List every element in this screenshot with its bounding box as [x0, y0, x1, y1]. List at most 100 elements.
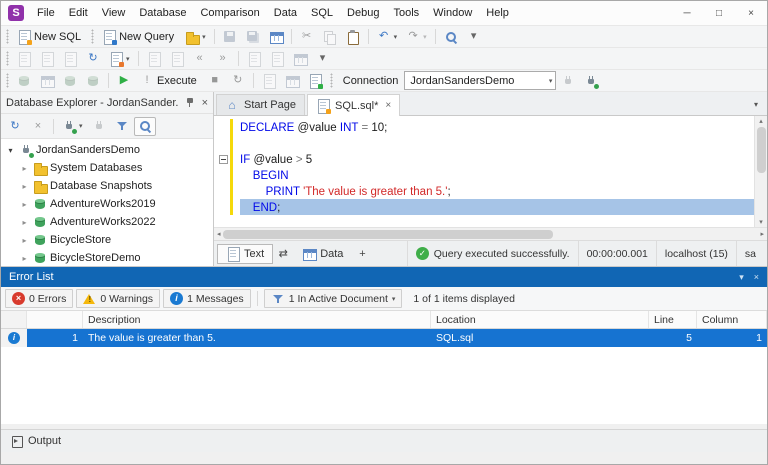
results-layout-button[interactable] [289, 49, 311, 68]
tab-text-view[interactable]: Text [217, 244, 273, 264]
code-line-5[interactable]: PRINT 'The value is greater than 5.'; [217, 183, 754, 199]
stop-button[interactable]: ■ [204, 71, 226, 90]
tab-data-view[interactable]: Data [293, 244, 352, 264]
toolbar-grip[interactable] [5, 73, 10, 88]
collapse-arrow-icon[interactable]: ▾ [5, 146, 16, 155]
new-connection-button[interactable]: ▾ [58, 117, 87, 136]
indent-decrease-button[interactable]: « [189, 49, 211, 68]
paste-button[interactable] [342, 27, 364, 46]
code-line-1[interactable]: DECLARE @value INT = 10; [217, 119, 754, 135]
new-query-button[interactable]: New Query [98, 27, 180, 46]
disconnect-button[interactable] [557, 71, 579, 90]
indent-increase-button[interactable]: » [212, 49, 234, 68]
errors-filter-button[interactable]: × 0 Errors [5, 289, 73, 308]
export-data-button[interactable] [265, 27, 287, 46]
expand-arrow-icon[interactable]: ▸ [19, 236, 30, 245]
query-profiler-button[interactable] [281, 71, 303, 90]
scroll-down-icon[interactable]: ▾ [759, 218, 763, 226]
output-panel-tab[interactable]: Output [1, 429, 767, 452]
horizontal-scrollbar[interactable]: ◂ ▸ [214, 227, 767, 240]
scroll-right-icon[interactable]: ▸ [760, 230, 764, 238]
menu-window[interactable]: Window [426, 1, 479, 25]
code-line-2[interactable] [217, 135, 754, 151]
code-line-6[interactable]: END; [217, 199, 754, 215]
close-error-list-icon[interactable]: × [754, 272, 759, 282]
scroll-left-icon[interactable]: ◂ [217, 230, 221, 238]
column-header-icon[interactable] [1, 311, 27, 328]
toolbar-grip[interactable] [329, 73, 334, 88]
check-syntax-button[interactable] [13, 49, 35, 68]
execute-play-button[interactable]: ▶ [113, 71, 135, 90]
new-sql-button[interactable]: New SQL [13, 27, 87, 46]
column-header-line[interactable]: Line [649, 311, 697, 328]
refresh-explorer-button[interactable]: ↻ [4, 117, 26, 136]
filter-button[interactable] [111, 117, 133, 136]
undo-button[interactable]: ↶▾ [373, 27, 402, 46]
expand-arrow-icon[interactable]: ▸ [19, 218, 30, 227]
row1-overflow-button[interactable]: ▾ [463, 27, 485, 46]
table-view-button[interactable] [36, 71, 58, 90]
stop-refresh-button[interactable]: × [27, 117, 49, 136]
bookmark-button[interactable] [243, 49, 265, 68]
scroll-up-icon[interactable]: ▴ [759, 117, 763, 125]
window-position-icon[interactable]: ▾ [739, 272, 744, 283]
messages-filter-button[interactable]: i 1 Messages [163, 289, 251, 308]
swap-results-button[interactable]: ⇄ [273, 244, 293, 264]
collapse-region-icon[interactable] [219, 155, 228, 164]
menu-view[interactable]: View [95, 1, 133, 25]
execute-button[interactable]: !Execute [136, 71, 203, 90]
show-plan-button[interactable] [13, 71, 35, 90]
redo-button[interactable]: ↷▾ [402, 27, 431, 46]
toolbar-grip[interactable] [5, 51, 10, 66]
add-view-button[interactable]: + [352, 244, 372, 264]
disconnect-explorer-button[interactable] [88, 117, 110, 136]
expand-arrow-icon[interactable]: ▸ [19, 182, 30, 191]
new-window-button[interactable] [266, 49, 288, 68]
sql-code-editor[interactable]: DECLARE @value INT = 10;IF @value > 5 BE… [214, 116, 754, 227]
save-all-button[interactable] [242, 27, 264, 46]
warnings-filter-button[interactable]: ! 0 Warnings [76, 289, 160, 308]
horizontal-scroll-thumb[interactable] [223, 230, 553, 239]
copy-button[interactable] [319, 27, 341, 46]
column-header-number[interactable] [27, 311, 83, 328]
maximize-button[interactable]: □ [703, 1, 735, 25]
comment-button[interactable] [143, 49, 165, 68]
validate-button[interactable] [36, 49, 58, 68]
save-button[interactable] [219, 27, 241, 46]
error-list-row[interactable]: i 1 The value is greater than 5. SQL.sql… [1, 329, 767, 347]
menu-tools[interactable]: Tools [386, 1, 426, 25]
tab-list-dropdown-icon[interactable]: ▾ [749, 100, 763, 109]
tree-item-adventureworks2019[interactable]: ▸AdventureWorks2019 [1, 195, 213, 213]
schema-compare-button[interactable] [59, 71, 81, 90]
tree-item-bicyclestore[interactable]: ▸BicycleStore [1, 231, 213, 249]
expand-arrow-icon[interactable]: ▸ [19, 254, 30, 263]
row2-overflow-button[interactable]: ▾ [312, 49, 334, 68]
query-plan-button[interactable] [258, 71, 280, 90]
expand-arrow-icon[interactable]: ▸ [19, 200, 30, 209]
uncomment-button[interactable] [166, 49, 188, 68]
restart-button[interactable]: ↻ [227, 71, 249, 90]
connection-combo[interactable]: JordanSandersDemo▾ [404, 71, 556, 90]
cut-button[interactable]: ✂ [296, 27, 318, 46]
find-button[interactable] [440, 27, 462, 46]
pin-icon[interactable] [184, 97, 196, 109]
tree-item-system-databases[interactable]: ▸System Databases [1, 159, 213, 177]
tree-item-adventureworks2022[interactable]: ▸AdventureWorks2022 [1, 213, 213, 231]
chevron-down-icon[interactable]: ▾ [549, 77, 553, 85]
menu-help[interactable]: Help [479, 1, 516, 25]
menu-sql[interactable]: SQL [304, 1, 340, 25]
menu-file[interactable]: File [30, 1, 62, 25]
menu-database[interactable]: Database [132, 1, 193, 25]
refresh-button[interactable]: ↻ [82, 49, 104, 68]
close-panel-icon[interactable]: × [202, 97, 208, 109]
menu-comparison[interactable]: Comparison [193, 1, 266, 25]
code-line-4[interactable]: BEGIN [217, 167, 754, 183]
tree-item-jordansandersdemo[interactable]: ▾JordanSandersDemo [1, 141, 213, 159]
menu-data[interactable]: Data [267, 1, 304, 25]
toolbar-grip[interactable] [90, 29, 95, 44]
tab-sql-sql[interactable]: SQL.sql*× [307, 94, 400, 116]
data-compare-button[interactable] [82, 71, 104, 90]
format-document-button[interactable] [59, 49, 81, 68]
reconnect-button[interactable] [580, 71, 602, 90]
close-button[interactable]: × [735, 1, 767, 25]
